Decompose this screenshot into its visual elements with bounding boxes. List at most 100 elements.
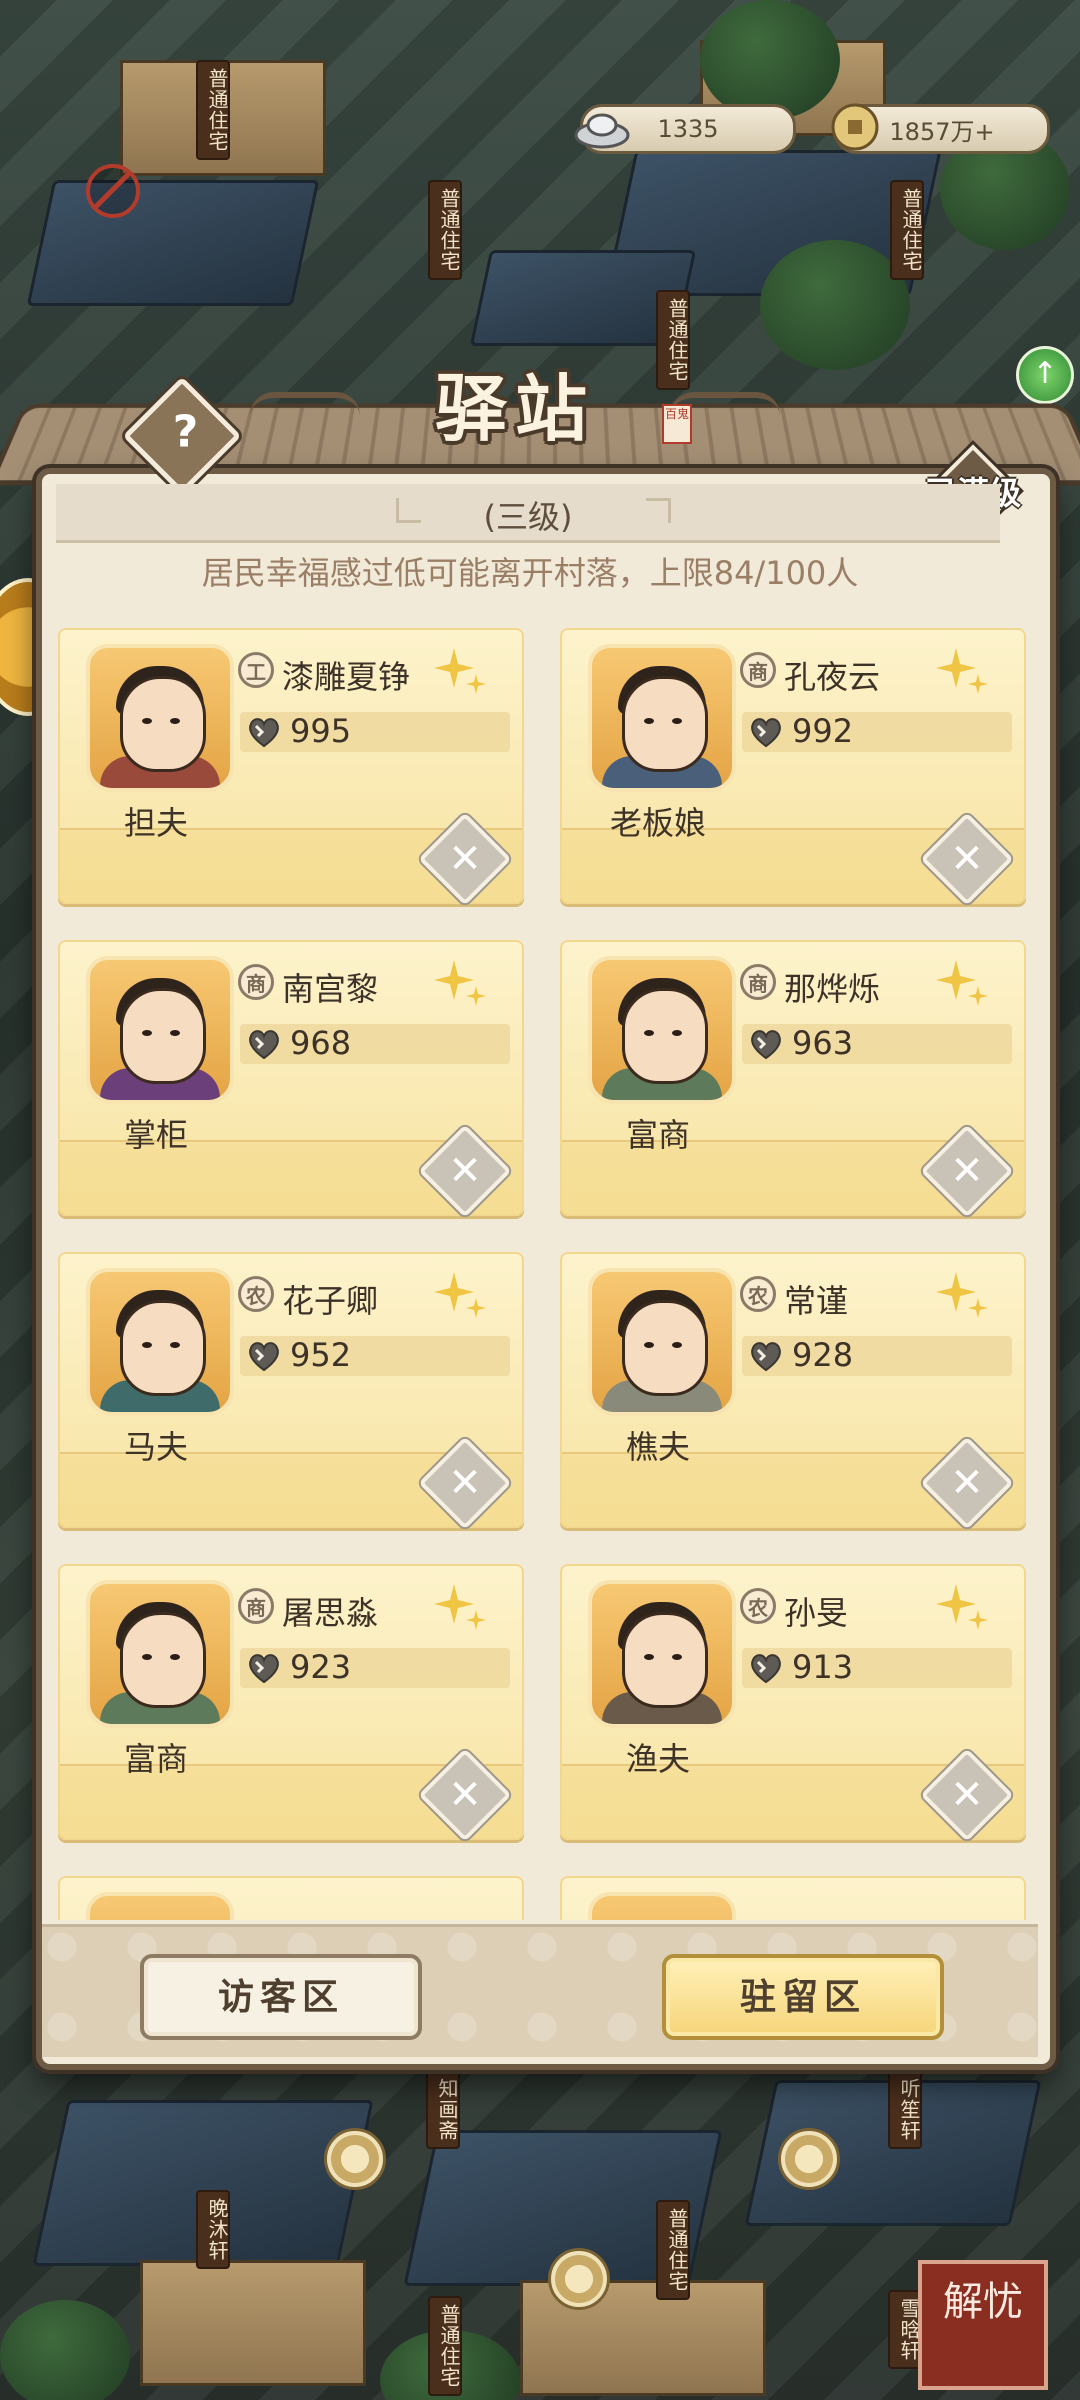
sparkle-icon [432, 644, 492, 704]
profession-badge: 商 [238, 1588, 274, 1624]
resident-card[interactable] [58, 1876, 524, 1920]
sparkle-icon [934, 644, 994, 704]
resident-portrait [588, 1268, 736, 1416]
happiness-value: 923 [290, 1648, 351, 1686]
resident-portrait [588, 1580, 736, 1728]
resident-portrait [86, 1580, 234, 1728]
happiness-value: 995 [290, 712, 351, 750]
remove-resident-button[interactable]: ✕ [920, 812, 1013, 905]
resident-card[interactable]: 马夫 农花子卿 952 ✕ [58, 1252, 524, 1528]
map-label[interactable]: 雪晗轩 [888, 2290, 922, 2369]
resident-role: 马夫 [86, 1422, 226, 1468]
remove-resident-button[interactable]: ✕ [418, 1748, 511, 1841]
copper-amount: 1857万+ [889, 112, 994, 147]
resident-role: 掌柜 [86, 1110, 226, 1156]
resident-name: 那烨烁 [784, 964, 880, 1010]
happiness-heart-icon [244, 712, 284, 752]
resident-role: 富商 [86, 1734, 226, 1780]
sparkle-icon [432, 1268, 492, 1328]
resident-portrait [588, 956, 736, 1104]
resident-name: 常谨 [784, 1276, 848, 1322]
remove-resident-button[interactable]: ✕ [920, 1124, 1013, 1217]
silver-amount: 1335 [657, 115, 718, 143]
sparkle-icon [934, 1268, 994, 1328]
silver-counter[interactable]: 1335 [580, 104, 796, 154]
happiness-value: 913 [792, 1648, 853, 1686]
coin-marker-icon[interactable] [324, 2128, 386, 2190]
map-label[interactable]: 知画斋 [426, 2070, 460, 2149]
resident-card[interactable]: 老板娘 商孔夜云 992 ✕ [560, 628, 1026, 904]
map-label[interactable]: 晚沐轩 [196, 2190, 230, 2269]
remove-resident-button[interactable]: ✕ [920, 1748, 1013, 1841]
happiness-heart-icon [746, 712, 786, 752]
resident-portrait [86, 1892, 234, 1920]
silver-ingot-icon [573, 99, 631, 155]
resident-card[interactable]: 掌柜 商南宫黎 968 ✕ [58, 940, 524, 1216]
resident-name: 孙旻 [784, 1588, 848, 1634]
resident-card[interactable]: 富商 商屠思淼 923 ✕ [58, 1564, 524, 1840]
happiness-heart-icon [244, 1024, 284, 1064]
resident-portrait [86, 956, 234, 1104]
remove-resident-button[interactable]: ✕ [920, 1436, 1013, 1529]
resident-card[interactable]: 渔夫 农孙旻 913 ✕ [560, 1564, 1026, 1840]
tab-stay-area[interactable]: 驻留区 [662, 1954, 944, 2040]
happiness-value: 952 [290, 1336, 351, 1374]
profession-badge: 商 [238, 964, 274, 1000]
map-label[interactable]: 听笙轩 [888, 2070, 922, 2149]
remove-resident-button[interactable]: ✕ [418, 1436, 511, 1529]
resident-name: 南宫黎 [282, 964, 378, 1010]
sparkle-icon [934, 1580, 994, 1640]
resident-role: 渔夫 [588, 1734, 728, 1780]
close-icon: ✕ [938, 1766, 996, 1824]
happiness-heart-icon [746, 1336, 786, 1376]
happiness-heart-icon [244, 1648, 284, 1688]
resident-card[interactable]: 富商 商那烨烁 963 ✕ [560, 940, 1026, 1216]
coin-marker-icon[interactable] [548, 2248, 610, 2310]
help-label: ? [149, 400, 223, 464]
remove-resident-button[interactable]: ✕ [418, 1124, 511, 1217]
profession-badge: 农 [740, 1588, 776, 1624]
profession-badge: 农 [740, 1276, 776, 1312]
page-title: 驿站 [330, 350, 700, 455]
no-smoking-icon[interactable] [86, 164, 140, 218]
resident-role: 樵夫 [588, 1422, 728, 1468]
resident-name: 孔夜云 [784, 652, 880, 698]
map-label[interactable]: 普通住宅 [656, 2200, 690, 2300]
close-icon: ✕ [436, 1766, 494, 1824]
close-icon: ✕ [938, 1142, 996, 1200]
resident-card[interactable] [560, 1876, 1026, 1920]
resident-role: 担夫 [86, 798, 226, 844]
profession-badge: 工 [238, 652, 274, 688]
copper-counter[interactable]: 1857万+ [834, 104, 1050, 154]
tab-visitor-area[interactable]: 访客区 [140, 1954, 422, 2040]
resident-card[interactable]: 樵夫 农常谨 928 ✕ [560, 1252, 1026, 1528]
upgrade-arrow-icon[interactable]: ↑ [1016, 346, 1074, 404]
resident-portrait [86, 644, 234, 792]
close-icon: ✕ [436, 1142, 494, 1200]
resident-name: 漆雕夏铮 [282, 652, 410, 698]
happiness-value: 963 [792, 1024, 853, 1062]
happiness-value: 968 [290, 1024, 351, 1062]
resident-grid[interactable]: 担夫工漆雕夏铮 995 ✕ 老板娘商孔夜云 992 ✕ 掌柜商南宫黎 968 ✕ 富商商那烨烁 96… [56, 628, 1026, 1920]
seal-stamp: 百鬼 [662, 404, 692, 444]
map-label[interactable]: 普通住宅 [890, 180, 924, 280]
relieve-worry-button[interactable]: 解忧 [918, 2260, 1048, 2390]
profession-badge: 商 [740, 964, 776, 1000]
resident-name: 屠思淼 [282, 1588, 378, 1634]
resident-portrait [588, 644, 736, 792]
capacity-notice: 居民幸福感过低可能离开村落，上限84/100人 [60, 548, 1000, 594]
resident-card[interactable]: 担夫 工漆雕夏铮 995 ✕ [58, 628, 524, 904]
level-bar: (三级) [56, 484, 1000, 543]
happiness-value: 992 [792, 712, 853, 750]
remove-resident-button[interactable]: ✕ [418, 812, 511, 905]
map-label[interactable]: 普通住宅 [196, 60, 230, 160]
coin-marker-icon[interactable] [778, 2128, 840, 2190]
map-label[interactable]: 普通住宅 [428, 180, 462, 280]
happiness-heart-icon [244, 1336, 284, 1376]
close-icon: ✕ [436, 1454, 494, 1512]
map-label[interactable]: 普通住宅 [428, 2296, 462, 2396]
sparkle-icon [432, 956, 492, 1016]
panel-title-plate: 驿站 [330, 350, 700, 460]
sparkle-icon [934, 956, 994, 1016]
resident-portrait [588, 1892, 736, 1920]
